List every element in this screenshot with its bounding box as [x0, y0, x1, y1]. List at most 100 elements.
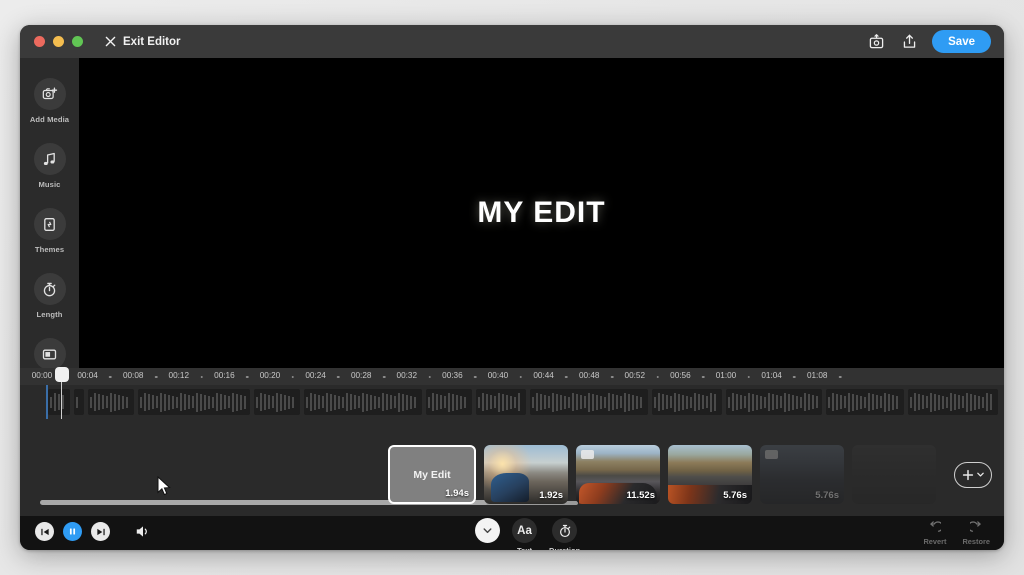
volume-button[interactable] — [135, 524, 151, 539]
timeline-ruler[interactable]: 00:00 00:04 00:08 00:12 00:16 00:20 00:24 00:28… — [20, 368, 1004, 385]
waveform-segment[interactable] — [908, 389, 998, 415]
ruler-tick-label: 00:44 — [533, 371, 554, 380]
exit-editor-button[interactable]: Exit Editor — [105, 36, 181, 48]
waveform-bar — [306, 396, 308, 408]
clip-item-video-4[interactable]: 5.76s — [760, 445, 844, 504]
waveform-bar — [596, 394, 598, 410]
sidebar-item-add-media[interactable]: Add Media — [20, 78, 79, 124]
playhead[interactable] — [54, 367, 69, 419]
aspect-ratio-icon — [33, 338, 66, 370]
waveform-bar — [756, 394, 758, 410]
waveform-bar — [872, 394, 874, 410]
waveform-bar — [604, 396, 606, 408]
waveform-bar — [410, 395, 412, 409]
video-preview[interactable]: MY EDIT — [79, 58, 1004, 368]
waveform-bar — [938, 394, 940, 410]
collapse-timeline-button[interactable] — [475, 518, 500, 546]
waveform-bar — [584, 396, 586, 408]
save-button[interactable]: Save — [932, 30, 991, 53]
waveform-bar — [106, 396, 108, 408]
waveform-bar — [848, 392, 850, 412]
waveform-bar — [632, 394, 634, 410]
playhead-handle[interactable] — [54, 367, 69, 382]
waveform-segment[interactable] — [74, 389, 84, 415]
waveform-bar — [260, 393, 262, 411]
clip-item-photo-2[interactable]: 11.52s — [576, 445, 660, 504]
sidebar-item-length[interactable]: Length — [20, 273, 79, 319]
duration-tool-button[interactable]: Duration — [549, 518, 580, 550]
clip-item-title-card[interactable]: My Edit 1.94s — [388, 445, 476, 504]
waveform-bar — [140, 396, 142, 408]
waveform-bar — [892, 394, 894, 410]
waveform-bar — [122, 395, 124, 409]
close-light[interactable] — [34, 36, 45, 47]
ruler-tick-dot — [656, 375, 659, 378]
waveform-bar — [228, 396, 230, 408]
waveform-segment[interactable] — [48, 389, 70, 415]
ruler-tick-label: 00:20 — [259, 371, 281, 380]
mouse-cursor — [157, 476, 171, 496]
waveform-segment[interactable] — [652, 389, 722, 415]
waveform-segment[interactable] — [726, 389, 822, 415]
skip-to-start-button[interactable] — [35, 522, 54, 541]
waveform-bar — [678, 393, 680, 411]
waveform-segment[interactable] — [254, 389, 300, 415]
chevron-down-icon — [475, 518, 500, 543]
clip-item-photo-3[interactable]: 5.76s — [668, 445, 752, 504]
waveform-segment[interactable] — [826, 389, 904, 415]
waveform-segment[interactable] — [138, 389, 250, 415]
waveform-bar — [338, 395, 340, 409]
waveform-bar — [662, 394, 664, 410]
save-to-library-icon[interactable] — [866, 32, 886, 52]
pause-button[interactable] — [63, 522, 82, 541]
text-tool-button[interactable]: Aa Text — [512, 518, 537, 550]
waveform-bar — [490, 395, 492, 409]
clip-item-photo-5[interactable] — [852, 445, 936, 504]
waveform-bar — [736, 394, 738, 410]
add-clip-button[interactable] — [954, 461, 992, 488]
waveform-segment[interactable] — [426, 389, 472, 415]
editor-window: Exit Editor Save Add Media Music Themes … — [20, 25, 1004, 550]
export-upload-icon[interactable] — [899, 32, 919, 52]
waveform-segment[interactable] — [530, 389, 648, 415]
waveform-bar — [346, 393, 348, 411]
volume-icon — [136, 526, 147, 537]
skip-to-end-button[interactable] — [91, 522, 110, 541]
waveform-bar — [828, 396, 830, 408]
clip-thumbnail-image — [852, 445, 936, 504]
playback-controls — [35, 522, 151, 541]
waveform-segment[interactable] — [304, 389, 422, 415]
waveform-bar — [148, 394, 150, 410]
revert-button[interactable]: Revert — [923, 519, 946, 546]
waveform-bar — [788, 393, 790, 411]
waveform-bar — [640, 396, 642, 408]
ruler-tick-dot — [793, 375, 796, 378]
waveform-bar — [880, 396, 882, 408]
restore-button[interactable]: Restore — [962, 519, 990, 546]
waveform-bar — [856, 394, 858, 410]
timeline-waveform[interactable] — [20, 385, 1004, 419]
ruler-tick-dot — [428, 375, 431, 378]
sidebar-item-music[interactable]: Music — [20, 143, 79, 189]
waveform-segment[interactable] — [88, 389, 134, 415]
waveform-bar — [240, 394, 242, 410]
sidebar-item-themes[interactable]: Themes — [20, 208, 79, 254]
waveform-bar — [292, 396, 294, 408]
waveform-bar — [768, 393, 770, 411]
bottom-toolbar: Aa Text Duration — [20, 516, 1004, 550]
waveform-bar — [896, 395, 898, 409]
waveform-bar — [748, 392, 750, 412]
waveform-bar — [212, 396, 214, 408]
waveform-bar — [98, 394, 100, 410]
waveform-bar — [970, 393, 972, 411]
maximize-light[interactable] — [72, 36, 83, 47]
sidebar-item-length-label: Length — [36, 310, 63, 319]
clip-item-photo-1[interactable]: 1.92s — [484, 445, 568, 504]
waveform-bar — [62, 395, 64, 409]
minimize-light[interactable] — [53, 36, 64, 47]
waveform-bar — [942, 395, 944, 409]
waveform-bar — [954, 394, 956, 410]
waveform-segment[interactable] — [476, 389, 526, 415]
skip-end-icon — [96, 528, 105, 535]
waveform-bar — [910, 396, 912, 408]
